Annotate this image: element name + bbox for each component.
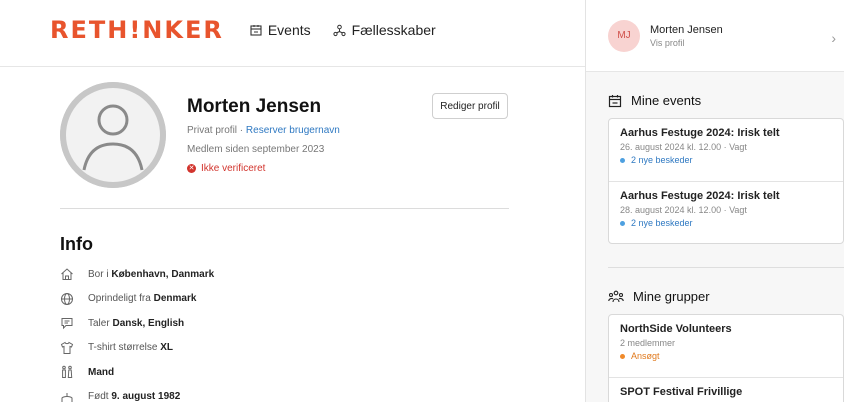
reserve-username-link[interactable]: Reserver brugernavn: [246, 125, 340, 136]
group-title: NorthSide Volunteers: [620, 323, 732, 335]
info-label: Oprindeligt fra: [88, 293, 151, 305]
divider: [60, 208, 509, 209]
info-row-birthday: Født 9. august 1982: [60, 385, 500, 402]
event-messages: 2 nye beskeder: [620, 218, 833, 228]
profile-name: Morten Jensen: [187, 96, 322, 117]
group-icon: [608, 290, 624, 302]
event-messages-label: 2 nye beskeder: [631, 218, 693, 228]
my-groups-header: Mine grupper: [608, 289, 710, 304]
info-row-gender: Mand: [60, 360, 500, 385]
member-since: Medlem siden september 2023: [187, 144, 325, 155]
groups-card: NorthSide Volunteers 2 medlemmer Ansøgt …: [608, 314, 844, 402]
info-value: 9. august 1982: [111, 391, 181, 402]
brand-logo[interactable]: RETH!NKER: [50, 16, 224, 44]
edit-profile-button[interactable]: Rediger profil: [432, 93, 508, 119]
event-date: 28. august 2024 kl. 12.00 · Vagt: [620, 205, 747, 215]
chevron-right-icon: ›: [831, 30, 836, 46]
status-dot: [620, 220, 625, 226]
profile-header: Morten Jensen Privat profil · Reserver b…: [60, 82, 510, 208]
info-label: Bor i: [88, 268, 109, 280]
events-card: Aarhus Festuge 2024: Irisk telt 26. augu…: [608, 118, 844, 244]
user-placeholder-icon: [60, 82, 166, 188]
info-label: Født: [88, 391, 109, 402]
status-dot: [620, 353, 625, 359]
group-members: 2 medlemmer: [620, 338, 676, 348]
privacy-text: Privat profil ·: [187, 125, 246, 136]
event-item[interactable]: Aarhus Festuge 2024: Irisk telt 28. augu…: [609, 182, 843, 243]
status-dot: [620, 157, 625, 163]
info-value: Mand: [88, 366, 115, 378]
group-status: Ansøgt: [620, 351, 833, 361]
cake-icon: [60, 390, 74, 402]
nav-events-label: Events: [267, 22, 311, 38]
view-profile-label: Vis profil: [650, 37, 685, 48]
info-value: Dansk, English: [112, 317, 185, 329]
gender-icon: [60, 365, 74, 379]
event-item[interactable]: Aarhus Festuge 2024: Irisk telt 26. augu…: [609, 119, 843, 182]
info-row-languages: Taler Dansk, English: [60, 311, 500, 336]
speech-icon: [60, 316, 74, 330]
nav-events[interactable]: Events: [250, 22, 311, 38]
info-label: Taler: [88, 317, 110, 329]
top-navigation: RETH!NKER Events Fællesskaber: [0, 0, 585, 67]
main-content: RETH!NKER Events Fællesskaber Morten Jen…: [0, 0, 586, 402]
my-groups-title: Mine grupper: [633, 289, 710, 304]
community-icon: [333, 24, 346, 36]
info-label: T-shirt størrelse: [88, 342, 158, 354]
my-events-title: Mine events: [631, 93, 702, 108]
home-icon: [60, 267, 74, 281]
info-heading: Info: [60, 234, 93, 254]
unverified-icon: ✕: [187, 164, 196, 173]
verification-status: ✕ Ikke verificeret: [187, 163, 265, 174]
event-messages: 2 nye beskeder: [620, 155, 833, 165]
user-profile-card[interactable]: MJ Morten Jensen Vis profil ›: [586, 0, 844, 72]
group-status-label: Ansøgt: [631, 351, 660, 361]
calendar-icon: [608, 94, 622, 107]
globe-icon: [60, 292, 74, 306]
profile-privacy: Privat profil · Reserver brugernavn: [187, 125, 340, 136]
divider: [608, 267, 844, 268]
verification-label: Ikke verificeret: [201, 163, 266, 174]
info-value: XL: [160, 342, 174, 354]
event-messages-label: 2 nye beskeder: [631, 155, 693, 165]
avatar: [60, 82, 166, 188]
right-sidebar: MJ Morten Jensen Vis profil › Mine event…: [586, 0, 844, 402]
nav-communities-label: Fællesskaber: [351, 22, 436, 38]
user-name: Morten Jensen: [650, 23, 723, 36]
group-item[interactable]: SPOT Festival Frivillige: [609, 378, 843, 402]
info-value: København, Danmark: [111, 268, 215, 280]
calendar-icon: [250, 25, 262, 36]
event-title: Aarhus Festuge 2024: Irisk telt: [620, 190, 780, 202]
event-title: Aarhus Festuge 2024: Irisk telt: [620, 127, 780, 139]
event-date: 26. august 2024 kl. 12.00 · Vagt: [620, 142, 747, 152]
group-title: SPOT Festival Frivillige: [620, 386, 743, 398]
tshirt-icon: [60, 341, 74, 355]
group-item[interactable]: NorthSide Volunteers 2 medlemmer Ansøgt: [609, 315, 843, 378]
app: RETH!NKER Events Fællesskaber Morten Jen…: [0, 0, 844, 402]
info-row-origin: Oprindeligt fra Denmark: [60, 287, 500, 312]
my-events-header: Mine events: [608, 93, 701, 108]
info-value: Denmark: [153, 293, 197, 305]
info-row-residence: Bor i København, Danmark: [60, 262, 500, 287]
nav-communities[interactable]: Fællesskaber: [333, 22, 436, 38]
info-row-tshirt: T-shirt størrelse XL: [60, 336, 500, 361]
info-list: Bor i København, Danmark Oprindeligt fra…: [60, 262, 500, 402]
user-avatar: MJ: [608, 19, 640, 52]
